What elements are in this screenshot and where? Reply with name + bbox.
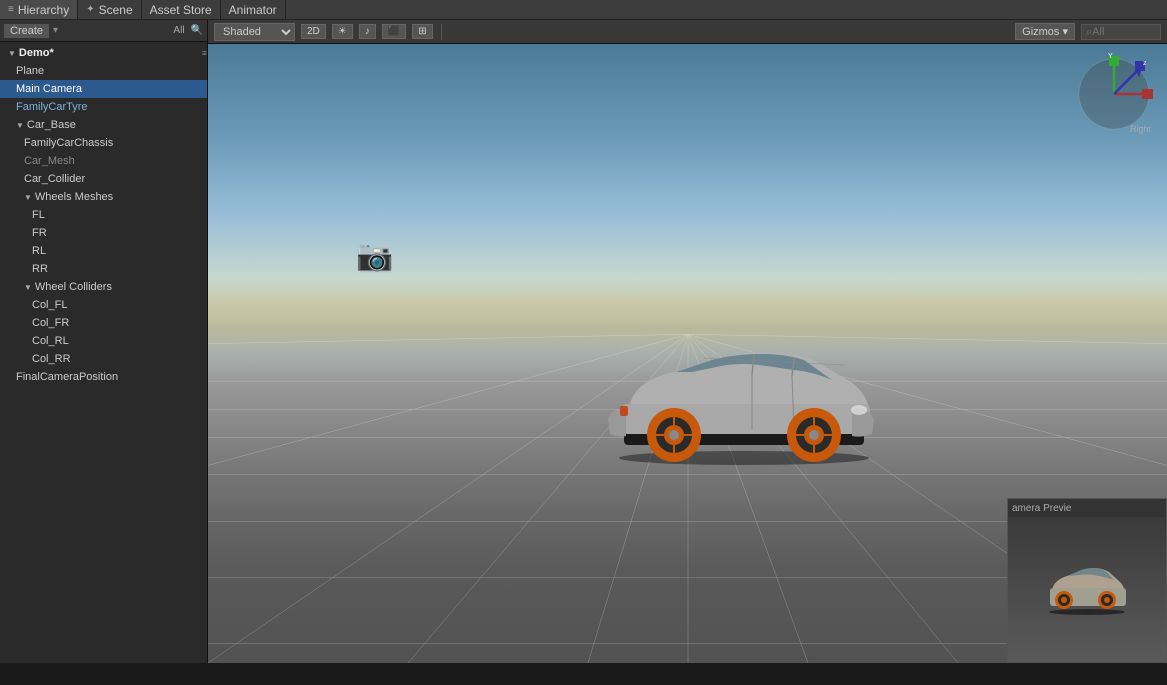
hierarchy-item-rr[interactable]: RR	[0, 260, 207, 278]
create-button[interactable]: Create	[4, 24, 49, 38]
search-icon: ▾	[53, 25, 58, 36]
scene-icon: ✦	[86, 4, 94, 15]
main-layout: Create ▾ All 🔍 ▼ Demo* ≡ Plane Main Came…	[0, 20, 1167, 663]
hierarchy-item-main-camera[interactable]: Main Camera	[0, 80, 207, 98]
lighting-button[interactable]: ☀	[332, 24, 353, 39]
hierarchy-item-col-rr[interactable]: Col_RR	[0, 350, 207, 368]
hierarchy-toolbar: Create ▾ All 🔍	[0, 20, 207, 42]
item-label-col-fr: Col_FR	[32, 317, 69, 329]
hierarchy-item-demo[interactable]: ▼ Demo* ≡	[0, 44, 207, 62]
item-label-fl: FL	[32, 209, 45, 221]
hierarchy-item-rl[interactable]: RL	[0, 242, 207, 260]
item-label-wheel-colliders: Wheel Colliders	[35, 281, 112, 293]
svg-text:z: z	[1143, 60, 1147, 67]
hierarchy-item-car-base[interactable]: ▼ Car_Base	[0, 116, 207, 134]
scene-content: 📷	[208, 44, 1167, 663]
hierarchy-item-final-camera[interactable]: FinalCameraPosition	[0, 368, 207, 386]
camera-preview-content	[1008, 517, 1166, 662]
gizmos-button[interactable]: Gizmos ▾	[1015, 23, 1075, 40]
hierarchy-content: ▼ Demo* ≡ Plane Main Camera FamilyCarTyr…	[0, 42, 207, 663]
effects-button[interactable]: ⬛	[382, 24, 406, 39]
expand-icon-wheels: ▼	[24, 193, 32, 202]
hierarchy-panel: Create ▾ All 🔍 ▼ Demo* ≡ Plane Main Came…	[0, 20, 208, 663]
top-bar: ≡ Hierarchy ✦ Scene Asset Store Animator	[0, 0, 1167, 20]
hierarchy-item-family-tyre[interactable]: FamilyCarTyre	[0, 98, 207, 116]
camera-object-icon: 📷	[356, 239, 393, 274]
hierarchy-item-car-mesh[interactable]: Car_Mesh	[0, 152, 207, 170]
scene-tab[interactable]: ✦ Scene	[78, 0, 141, 19]
item-label-family-tyre: FamilyCarTyre	[16, 101, 88, 113]
item-label-demo: Demo*	[19, 47, 54, 59]
search-small-icon: 🔍	[191, 25, 203, 36]
item-label-car-collider: Car_Collider	[24, 173, 85, 185]
scene-search-input[interactable]	[1081, 24, 1161, 40]
item-label-col-fl: Col_FL	[32, 299, 67, 311]
item-label-car-mesh: Car_Mesh	[24, 155, 75, 167]
hierarchy-item-col-rl[interactable]: Col_RL	[0, 332, 207, 350]
item-label-main-camera: Main Camera	[16, 83, 82, 95]
shading-dropdown[interactable]: Shaded Wireframe	[214, 23, 295, 41]
item-label-col-rl: Col_RL	[32, 335, 69, 347]
item-label-plane: Plane	[16, 65, 44, 77]
item-label-final-camera: FinalCameraPosition	[16, 371, 118, 383]
hierarchy-item-car-collider[interactable]: Car_Collider	[0, 170, 207, 188]
hierarchy-item-col-fl[interactable]: Col_FL	[0, 296, 207, 314]
camera-preview-header: amera Previe	[1008, 499, 1166, 517]
item-label-col-rr: Col_RR	[32, 353, 71, 365]
hierarchy-item-plane[interactable]: Plane	[0, 62, 207, 80]
scene-toolbar: Shaded Wireframe 2D ☀ ♪ ⬛ ⊞ Gizmos ▾	[208, 20, 1167, 44]
hierarchy-item-fl[interactable]: FL	[0, 206, 207, 224]
hierarchy-item-family-chassis[interactable]: FamilyCarChassis	[0, 134, 207, 152]
svg-text:Right: Right	[1130, 124, 1152, 134]
grid-button[interactable]: ⊞	[412, 24, 432, 39]
camera-preview-car-svg	[1042, 562, 1132, 617]
hierarchy-tab[interactable]: ≡ Hierarchy	[0, 0, 78, 19]
asset-store-tab[interactable]: Asset Store	[142, 0, 221, 19]
item-label-family-chassis: FamilyCarChassis	[24, 137, 113, 149]
hierarchy-item-fr[interactable]: FR	[0, 224, 207, 242]
hierarchy-item-wheels-meshes[interactable]: ▼ Wheels Meshes	[0, 188, 207, 206]
expand-icon-car-base: ▼	[16, 121, 24, 130]
animator-tab[interactable]: Animator	[221, 0, 286, 19]
animator-label: Animator	[229, 3, 277, 17]
hierarchy-icon: ≡	[8, 4, 14, 15]
item-label-rl: RL	[32, 245, 46, 257]
audio-button[interactable]: ♪	[359, 24, 376, 39]
toolbar-separator	[441, 24, 442, 40]
options-icon-demo: ≡	[202, 48, 207, 58]
asset-store-label: Asset Store	[150, 3, 212, 17]
car-svg	[604, 330, 884, 465]
camera-preview-title: amera Previe	[1012, 503, 1071, 514]
item-label-fr: FR	[32, 227, 47, 239]
camera-preview-panel: amera Previe	[1007, 498, 1167, 663]
car-object	[604, 330, 884, 468]
expand-icon-wheel-colliders: ▼	[24, 283, 32, 292]
scene-view[interactable]: Shaded Wireframe 2D ☀ ♪ ⬛ ⊞ Gizmos ▾	[208, 20, 1167, 663]
item-label-wheels-meshes: Wheels Meshes	[35, 191, 113, 203]
scene-tab-label: Scene	[99, 3, 133, 17]
hierarchy-item-wheel-colliders[interactable]: ▼ Wheel Colliders	[0, 278, 207, 296]
hierarchy-item-col-fr[interactable]: Col_FR	[0, 314, 207, 332]
item-label-car-base: Car_Base	[27, 119, 76, 131]
item-label-rr: RR	[32, 263, 48, 275]
expand-icon-demo: ▼	[8, 49, 16, 58]
hierarchy-tab-label: Hierarchy	[18, 3, 69, 17]
svg-text:Y: Y	[1108, 53, 1113, 60]
gizmo-widget: Y z Right	[1072, 52, 1157, 137]
all-button[interactable]: All	[173, 25, 184, 36]
2d-button[interactable]: 2D	[301, 24, 326, 39]
